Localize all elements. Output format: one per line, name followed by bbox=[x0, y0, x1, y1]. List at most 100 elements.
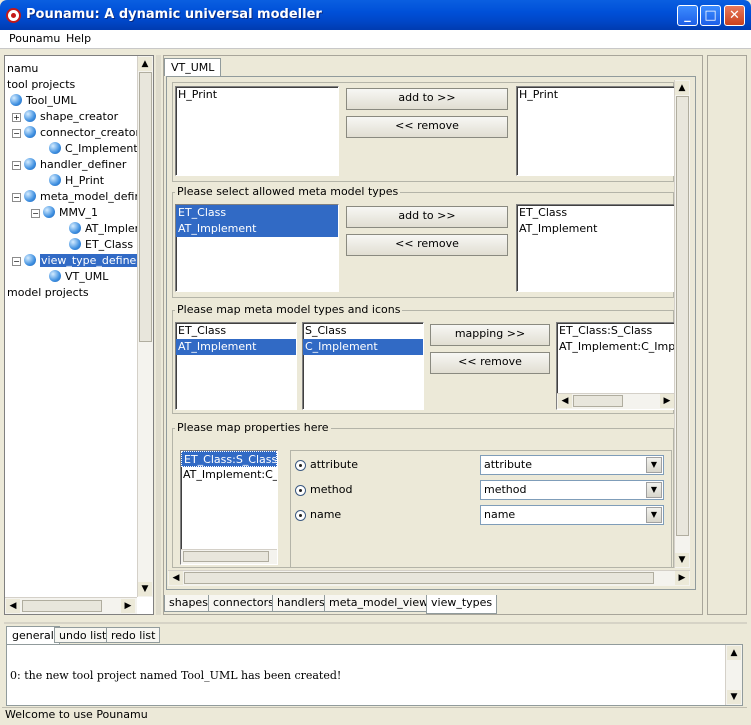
tree-tool-projects[interactable]: tool projects bbox=[7, 77, 75, 93]
types-available-list[interactable]: ET_Class AT_Implement bbox=[175, 204, 339, 292]
tab-shapes[interactable]: shapes bbox=[164, 595, 213, 612]
editor-scroll-down-icon[interactable]: ▼ bbox=[675, 553, 689, 567]
minimize-button[interactable]: _ bbox=[677, 5, 698, 26]
maximize-button[interactable]: □ bbox=[700, 5, 721, 26]
tree-scroll-right-icon[interactable]: ▶ bbox=[121, 599, 135, 613]
remove-handler-button[interactable]: << remove bbox=[346, 116, 508, 138]
mappings-scroll-right-icon[interactable]: ▶ bbox=[660, 394, 674, 408]
editor-scroll-right-icon[interactable]: ▶ bbox=[675, 571, 689, 585]
console-scroll-up-icon[interactable]: ▲ bbox=[727, 646, 741, 660]
tree-node-c-implement[interactable]: C_Implement bbox=[49, 141, 137, 157]
chevron-down-icon[interactable]: ▼ bbox=[646, 482, 662, 498]
collapse-icon[interactable]: − bbox=[12, 161, 21, 170]
collapse-icon[interactable]: − bbox=[31, 209, 40, 218]
tree-node-handler-definer[interactable]: − handler_definer bbox=[12, 157, 126, 173]
add-handler-button[interactable]: add to >> bbox=[346, 88, 508, 110]
chevron-down-icon[interactable]: ▼ bbox=[646, 457, 662, 473]
tab-view-types[interactable]: view_types bbox=[426, 595, 498, 614]
mappings-scroll-left-icon[interactable]: ◀ bbox=[558, 394, 572, 408]
tree-scroll-up-icon[interactable]: ▲ bbox=[138, 57, 152, 71]
types-group-title: Please select allowed meta model types bbox=[175, 185, 401, 198]
list-item[interactable]: ET_Class:S_Class bbox=[557, 323, 675, 339]
editor-scroll-left-icon[interactable]: ◀ bbox=[169, 571, 183, 585]
list-item[interactable]: ET_Class bbox=[176, 323, 296, 339]
list-item[interactable]: H_Print bbox=[517, 87, 675, 103]
list-item[interactable]: AT_Implement bbox=[176, 221, 338, 237]
properties-list-hscroll-thumb[interactable] bbox=[183, 551, 269, 562]
list-item[interactable]: ET_Class:S_Class bbox=[181, 451, 277, 467]
tab-handlers[interactable]: handlers bbox=[272, 595, 330, 612]
icon-types-list[interactable]: ET_Class AT_Implement bbox=[175, 322, 297, 410]
tree-model-projects[interactable]: model projects bbox=[7, 285, 89, 301]
tree-node-vt-uml[interactable]: VT_UML bbox=[49, 269, 108, 285]
list-item[interactable]: ET_Class bbox=[517, 205, 675, 221]
tab-undo-list[interactable]: undo list bbox=[54, 627, 112, 643]
tree-node-at-implement[interactable]: AT_Implement bbox=[69, 221, 137, 237]
node-icon bbox=[24, 254, 36, 266]
chevron-down-icon[interactable]: ▼ bbox=[646, 507, 662, 523]
list-item[interactable]: AT_Implement:C_Implement bbox=[557, 339, 675, 355]
add-type-button[interactable]: add to >> bbox=[346, 206, 508, 228]
node-icon bbox=[24, 110, 36, 122]
list-item[interactable]: AT_Implement:C_Implement bbox=[181, 467, 277, 483]
tab-general[interactable]: general bbox=[6, 626, 60, 644]
node-icon bbox=[24, 190, 36, 202]
list-item[interactable]: AT_Implement bbox=[517, 221, 675, 237]
editor-hscroll-thumb[interactable] bbox=[184, 572, 654, 584]
method-combo[interactable]: method ▼ bbox=[480, 480, 664, 500]
list-item[interactable]: S_Class bbox=[303, 323, 423, 339]
close-button[interactable]: ✕ bbox=[724, 5, 745, 26]
list-item[interactable]: ET_Class bbox=[176, 205, 338, 221]
console-splitter[interactable] bbox=[4, 622, 747, 624]
menu-help[interactable]: Help bbox=[66, 32, 91, 45]
console-message: 0: the new tool project named Tool_UML h… bbox=[10, 669, 342, 682]
tab-vt-uml[interactable]: VT_UML bbox=[164, 58, 222, 76]
tab-connectors[interactable]: connectors bbox=[208, 595, 279, 612]
remove-mapping-button[interactable]: << remove bbox=[430, 352, 550, 374]
tree-node-mmv-1[interactable]: − MMV_1 bbox=[31, 205, 98, 221]
menu-bar bbox=[0, 30, 751, 49]
icon-shapes-list[interactable]: S_Class C_Implement bbox=[302, 322, 424, 410]
menu-pounamu[interactable]: Pounamu bbox=[9, 32, 60, 45]
name-combo[interactable]: name ▼ bbox=[480, 505, 664, 525]
method-radio[interactable] bbox=[295, 485, 306, 496]
remove-type-button[interactable]: << remove bbox=[346, 234, 508, 256]
tab-meta-model-views[interactable]: meta_model_views bbox=[324, 595, 439, 612]
editor-scroll-up-icon[interactable]: ▲ bbox=[675, 81, 689, 95]
tree-node-meta-model-definer[interactable]: −meta_model_definer bbox=[12, 189, 137, 205]
splitter[interactable] bbox=[156, 55, 161, 615]
properties-mapping-list[interactable]: ET_Class:S_Class AT_Implement:C_Implemen… bbox=[180, 450, 278, 565]
tree-scroll-left-icon[interactable]: ◀ bbox=[6, 599, 20, 613]
attribute-combo-value: attribute bbox=[484, 458, 532, 471]
mapping-button[interactable]: mapping >> bbox=[430, 324, 550, 346]
editor-vscroll-thumb[interactable] bbox=[676, 96, 689, 536]
handlers-available-list[interactable]: H_Print bbox=[175, 86, 339, 176]
tree-node-view-type-definer[interactable]: − view_type_definer bbox=[12, 253, 137, 269]
collapse-icon[interactable]: − bbox=[12, 193, 21, 202]
tree-hscroll-thumb[interactable] bbox=[22, 600, 102, 612]
node-icon bbox=[10, 94, 22, 106]
tree-root[interactable]: namu bbox=[7, 61, 38, 77]
collapse-icon[interactable]: − bbox=[12, 129, 21, 138]
tree-content: namu tool projects Tool_UML + shape_creat… bbox=[5, 57, 137, 597]
types-selected-list[interactable]: ET_Class AT_Implement bbox=[516, 204, 676, 292]
list-item[interactable]: H_Print bbox=[176, 87, 338, 103]
attribute-combo[interactable]: attribute ▼ bbox=[480, 455, 664, 475]
console-scroll-down-icon[interactable]: ▼ bbox=[727, 690, 741, 704]
handlers-selected-list[interactable]: H_Print bbox=[516, 86, 676, 176]
list-item[interactable]: C_Implement bbox=[303, 339, 423, 355]
expand-icon[interactable]: + bbox=[12, 113, 21, 122]
tree-vscroll-thumb[interactable] bbox=[139, 72, 152, 342]
tab-redo-list[interactable]: redo list bbox=[106, 627, 161, 643]
tree-scroll-down-icon[interactable]: ▼ bbox=[138, 582, 152, 596]
mappings-hscroll-thumb[interactable] bbox=[573, 395, 623, 407]
tree-node-tool-uml[interactable]: Tool_UML bbox=[10, 93, 77, 109]
collapse-icon[interactable]: − bbox=[12, 257, 21, 266]
tree-node-shape-creator[interactable]: + shape_creator bbox=[12, 109, 118, 125]
list-item[interactable]: AT_Implement bbox=[176, 339, 296, 355]
attribute-radio[interactable] bbox=[295, 460, 306, 471]
tree-node-et-class[interactable]: ET_Class bbox=[69, 237, 133, 253]
tree-node-connector-creator[interactable]: − connector_creator bbox=[12, 125, 137, 141]
name-radio[interactable] bbox=[295, 510, 306, 521]
tree-node-h-print[interactable]: H_Print bbox=[49, 173, 104, 189]
